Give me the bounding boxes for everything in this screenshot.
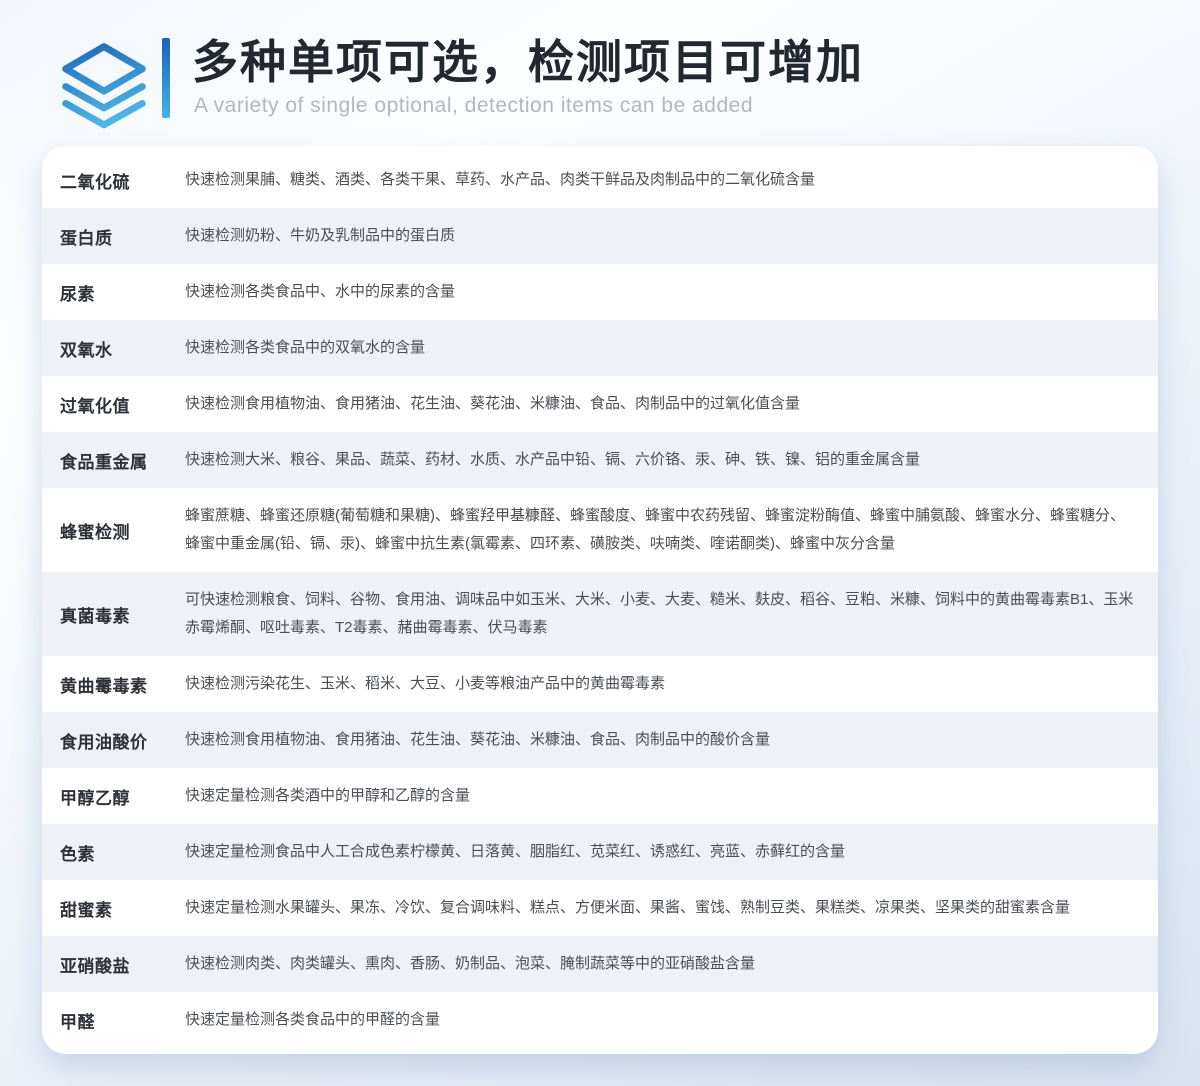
row-description: 可快速检测粮食、饲料、谷物、食用油、调味品中如玉米、大米、小麦、大麦、糙米、麸皮… bbox=[185, 586, 1158, 642]
row-label: 食用油酸价 bbox=[42, 728, 185, 753]
row-description: 快速检测食用植物油、食用猪油、花生油、葵花油、米糠油、食品、肉制品中的酸价含量 bbox=[185, 726, 1158, 754]
row-label: 甲醇乙醇 bbox=[42, 784, 185, 809]
table-row: 甲醇乙醇 快速定量检测各类酒中的甲醇和乙醇的含量 bbox=[42, 768, 1158, 824]
layers-stack-icon bbox=[58, 36, 150, 134]
accent-bar bbox=[162, 38, 170, 118]
detection-items-table: 二氧化硫 快速检测果脯、糖类、酒类、各类干果、草药、水产品、肉类干鲜品及肉制品中… bbox=[42, 146, 1158, 1054]
table-row: 蛋白质 快速检测奶粉、牛奶及乳制品中的蛋白质 bbox=[42, 208, 1158, 264]
row-label: 二氧化硫 bbox=[42, 168, 185, 193]
row-description: 快速检测大米、粮谷、果品、蔬菜、药材、水质、水产品中铅、镉、六价铬、汞、砷、铁、… bbox=[185, 446, 1158, 474]
row-label: 黄曲霉毒素 bbox=[42, 672, 185, 697]
table-row: 食品重金属 快速检测大米、粮谷、果品、蔬菜、药材、水质、水产品中铅、镉、六价铬、… bbox=[42, 432, 1158, 488]
row-description: 快速检测各类食品中的双氧水的含量 bbox=[185, 334, 1158, 362]
row-label: 过氧化值 bbox=[42, 392, 185, 417]
row-label: 蛋白质 bbox=[42, 224, 185, 249]
row-label: 甲醛 bbox=[42, 1008, 185, 1033]
row-label: 蜂蜜检测 bbox=[42, 518, 185, 543]
page-subtitle: A variety of single optional, detection … bbox=[194, 94, 864, 118]
row-label: 色素 bbox=[42, 840, 185, 865]
row-label: 双氧水 bbox=[42, 336, 185, 361]
row-label: 真菌毒素 bbox=[42, 602, 185, 627]
row-description: 快速检测奶粉、牛奶及乳制品中的蛋白质 bbox=[185, 222, 1158, 250]
row-label: 亚硝酸盐 bbox=[42, 952, 185, 977]
row-label: 食品重金属 bbox=[42, 448, 185, 473]
table-row: 双氧水 快速检测各类食品中的双氧水的含量 bbox=[42, 320, 1158, 376]
row-description: 快速定量检测食品中人工合成色素柠檬黄、日落黄、胭脂红、苋菜红、诱惑红、亮蓝、赤藓… bbox=[185, 838, 1158, 866]
table-row: 真菌毒素 可快速检测粮食、饲料、谷物、食用油、调味品中如玉米、大米、小麦、大麦、… bbox=[42, 572, 1158, 656]
table-row: 食用油酸价 快速检测食用植物油、食用猪油、花生油、葵花油、米糠油、食品、肉制品中… bbox=[42, 712, 1158, 768]
row-description: 快速检测各类食品中、水中的尿素的含量 bbox=[185, 278, 1158, 306]
row-description: 蜂蜜蔗糖、蜂蜜还原糖(葡萄糖和果糖)、蜂蜜羟甲基糠醛、蜂蜜酸度、蜂蜜中农药残留、… bbox=[185, 502, 1158, 558]
page-title: 多种单项可选，检测项目可增加 bbox=[192, 34, 864, 92]
table-row: 二氧化硫 快速检测果脯、糖类、酒类、各类干果、草药、水产品、肉类干鲜品及肉制品中… bbox=[42, 152, 1158, 208]
table-row: 过氧化值 快速检测食用植物油、食用猪油、花生油、葵花油、米糠油、食品、肉制品中的… bbox=[42, 376, 1158, 432]
row-description: 快速定量检测各类食品中的甲醛的含量 bbox=[185, 1006, 1158, 1034]
row-label: 甜蜜素 bbox=[42, 896, 185, 921]
table-row: 亚硝酸盐 快速检测肉类、肉类罐头、熏肉、香肠、奶制品、泡菜、腌制蔬菜等中的亚硝酸… bbox=[42, 936, 1158, 992]
row-description: 快速检测果脯、糖类、酒类、各类干果、草药、水产品、肉类干鲜品及肉制品中的二氧化硫… bbox=[185, 166, 1158, 194]
table-row: 蜂蜜检测 蜂蜜蔗糖、蜂蜜还原糖(葡萄糖和果糖)、蜂蜜羟甲基糠醛、蜂蜜酸度、蜂蜜中… bbox=[42, 488, 1158, 572]
row-description: 快速检测污染花生、玉米、稻米、大豆、小麦等粮油产品中的黄曲霉毒素 bbox=[185, 670, 1158, 698]
row-description: 快速定量检测各类酒中的甲醇和乙醇的含量 bbox=[185, 782, 1158, 810]
table-row: 甜蜜素 快速定量检测水果罐头、果冻、冷饮、复合调味料、糕点、方便米面、果酱、蜜饯… bbox=[42, 880, 1158, 936]
table-row: 黄曲霉毒素 快速检测污染花生、玉米、稻米、大豆、小麦等粮油产品中的黄曲霉毒素 bbox=[42, 656, 1158, 712]
row-description: 快速检测食用植物油、食用猪油、花生油、葵花油、米糠油、食品、肉制品中的过氧化值含… bbox=[185, 390, 1158, 418]
table-row: 色素 快速定量检测食品中人工合成色素柠檬黄、日落黄、胭脂红、苋菜红、诱惑红、亮蓝… bbox=[42, 824, 1158, 880]
page-header: 多种单项可选，检测项目可增加 A variety of single optio… bbox=[0, 0, 1200, 142]
row-description: 快速检测肉类、肉类罐头、熏肉、香肠、奶制品、泡菜、腌制蔬菜等中的亚硝酸盐含量 bbox=[185, 950, 1158, 978]
row-description: 快速定量检测水果罐头、果冻、冷饮、复合调味料、糕点、方便米面、果酱、蜜饯、熟制豆… bbox=[185, 894, 1158, 922]
table-row: 甲醛 快速定量检测各类食品中的甲醛的含量 bbox=[42, 992, 1158, 1048]
row-label: 尿素 bbox=[42, 280, 185, 305]
table-row: 尿素 快速检测各类食品中、水中的尿素的含量 bbox=[42, 264, 1158, 320]
